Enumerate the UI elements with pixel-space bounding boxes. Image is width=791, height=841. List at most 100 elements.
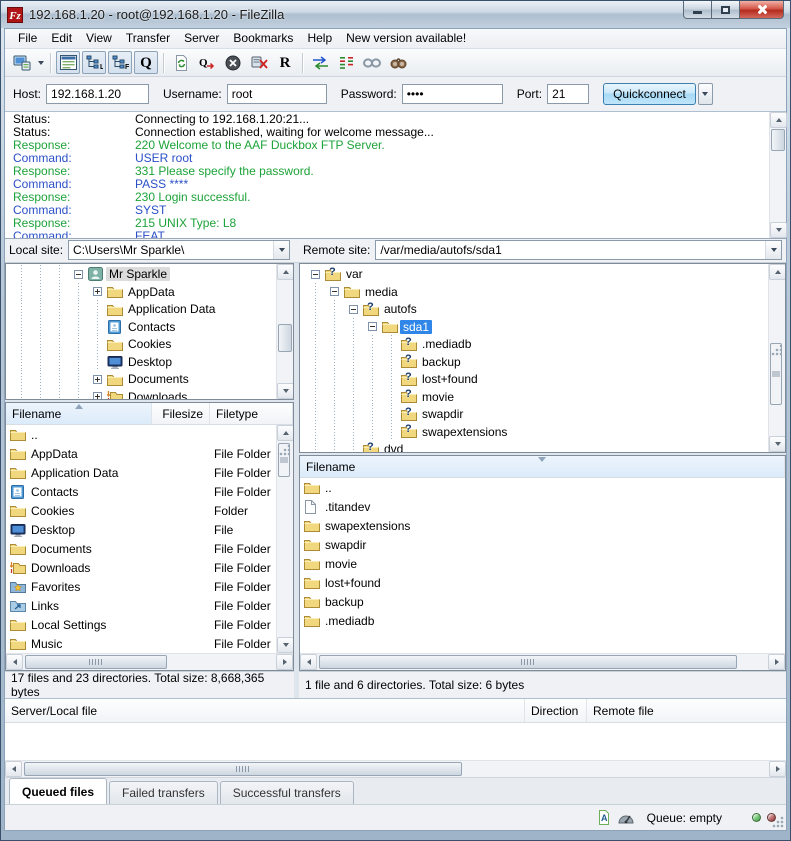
- tree-item-autofs[interactable]: ?autofs: [300, 300, 768, 318]
- menu-file[interactable]: File: [11, 29, 44, 47]
- tree-item-swapextensions[interactable]: ?swapextensions: [300, 423, 768, 441]
- local-column-filesize[interactable]: Filesize: [152, 403, 210, 424]
- file-row-cookies[interactable]: CookiesFolder: [6, 501, 276, 520]
- file-row-favorites[interactable]: FavoritesFile Folder: [6, 577, 276, 596]
- queue-column-direction[interactable]: Direction: [525, 699, 587, 722]
- file-row-links[interactable]: LinksFile Folder: [6, 596, 276, 615]
- local-list-hscrollbar[interactable]: [6, 653, 293, 670]
- expander-minus-icon[interactable]: [306, 265, 325, 283]
- local-site-combo[interactable]: C:\Users\Mr Sparkle\: [68, 240, 290, 260]
- tree-item-media[interactable]: media: [300, 283, 768, 301]
- scrollbar-thumb[interactable]: [24, 762, 462, 776]
- scroll-right-button[interactable]: [768, 654, 785, 670]
- close-button[interactable]: [739, 1, 784, 19]
- tree-item-application-data[interactable]: Application Data: [6, 300, 276, 318]
- file-row-swapextensions[interactable]: swapextensions: [300, 516, 785, 535]
- remote-tree-scrollbar[interactable]: [768, 264, 785, 452]
- tab-failed-transfers[interactable]: Failed transfers: [109, 781, 218, 804]
- local-column-filename[interactable]: Filename: [6, 403, 152, 424]
- file-row-downloads[interactable]: DownloadsFile Folder: [6, 558, 276, 577]
- file-row-movie[interactable]: movie: [300, 554, 785, 573]
- scroll-left-button[interactable]: [6, 654, 23, 670]
- local-list-scrollbar[interactable]: [276, 425, 293, 653]
- username-input[interactable]: [227, 84, 327, 104]
- scroll-down-button[interactable]: [277, 637, 293, 653]
- scrollbar-thumb[interactable]: [25, 655, 167, 669]
- tab-successful-transfers[interactable]: Successful transfers: [220, 781, 354, 804]
- file-row-application-data[interactable]: Application DataFile Folder: [6, 463, 276, 482]
- expander-plus-icon[interactable]: [88, 370, 107, 388]
- tree-item-cookies[interactable]: Cookies: [6, 335, 276, 353]
- file-row-up[interactable]: ..: [6, 425, 276, 444]
- tree-item-var[interactable]: ?var: [300, 265, 768, 283]
- tree-item-mr-sparkle[interactable]: Mr Sparkle: [6, 265, 276, 283]
- expander-minus-icon[interactable]: [325, 283, 344, 301]
- log-scrollbar[interactable]: [769, 112, 786, 238]
- scroll-down-button[interactable]: [769, 436, 786, 452]
- remote-site-combo[interactable]: /var/media/autofs/sda1: [375, 240, 782, 260]
- find-files-button[interactable]: [386, 51, 410, 74]
- file-row-appdata[interactable]: AppDataFile Folder: [6, 444, 276, 463]
- scroll-up-button[interactable]: [277, 425, 293, 441]
- scroll-left-button[interactable]: [300, 654, 317, 670]
- scrollbar-thumb[interactable]: [278, 324, 292, 352]
- tree-item-downloads[interactable]: Downloads: [6, 388, 276, 400]
- menu-bookmarks[interactable]: Bookmarks: [226, 29, 300, 47]
- scrollbar-thumb[interactable]: [278, 443, 290, 477]
- local-tree-scrollbar[interactable]: [276, 264, 293, 399]
- quickconnect-dropdown-button[interactable]: [698, 83, 713, 105]
- scrollbar-thumb[interactable]: [770, 343, 782, 405]
- menu-help[interactable]: Help: [300, 29, 339, 47]
- expander-plus-icon[interactable]: [88, 283, 107, 301]
- expander-minus-icon[interactable]: [344, 300, 363, 318]
- scroll-right-button[interactable]: [276, 654, 293, 670]
- expander-minus-icon[interactable]: [363, 318, 382, 336]
- tree-item-contacts[interactable]: Contacts: [6, 318, 276, 336]
- title-bar[interactable]: Fz 192.168.1.20 - root@192.168.1.20 - Fi…: [1, 1, 790, 28]
- password-input[interactable]: [402, 84, 503, 104]
- toggle-local-tree-button[interactable]: L: [82, 51, 106, 74]
- transfer-type-icon[interactable]: A: [595, 810, 613, 826]
- chevron-down-icon[interactable]: [273, 241, 289, 259]
- site-manager-dropdown-button[interactable]: [35, 51, 46, 74]
- scrollbar-thumb[interactable]: [319, 655, 737, 669]
- chevron-down-icon[interactable]: [765, 241, 781, 259]
- file-row-local-settings[interactable]: Local SettingsFile Folder: [6, 615, 276, 634]
- scrollbar-thumb[interactable]: [771, 129, 785, 151]
- speed-limits-icon[interactable]: [617, 810, 635, 826]
- tree-item-sda1[interactable]: sda1: [300, 318, 768, 336]
- resize-grip[interactable]: [772, 816, 784, 828]
- compare-directories-button[interactable]: [334, 51, 358, 74]
- local-column-filetype[interactable]: Filetype: [210, 403, 293, 424]
- refresh-button[interactable]: [169, 51, 193, 74]
- tree-item-documents[interactable]: Documents: [6, 370, 276, 388]
- scroll-down-button[interactable]: [770, 222, 787, 238]
- sync-browsing-button[interactable]: [360, 51, 384, 74]
- tab-queued-files[interactable]: Queued files: [9, 778, 107, 804]
- file-row-lost-found[interactable]: lost+found: [300, 573, 785, 592]
- transfer-arrows-button[interactable]: [308, 51, 332, 74]
- remote-column-filename[interactable]: Filename: [300, 456, 785, 477]
- file-row-swapdir[interactable]: swapdir: [300, 535, 785, 554]
- tree-item-mediadb[interactable]: ?.mediadb: [300, 335, 768, 353]
- menu-transfer[interactable]: Transfer: [119, 29, 177, 47]
- minimize-button[interactable]: [683, 1, 712, 19]
- disconnect-button[interactable]: [247, 51, 271, 74]
- menu-edit[interactable]: Edit: [44, 29, 79, 47]
- queue-column-remote-file[interactable]: Remote file: [587, 699, 786, 722]
- queue-column-server-local-file[interactable]: Server/Local file: [5, 699, 525, 722]
- tree-item-appdata[interactable]: AppData: [6, 283, 276, 301]
- file-row-mediadb[interactable]: .mediadb: [300, 611, 785, 630]
- menu-server[interactable]: Server: [177, 29, 226, 47]
- toggle-remote-tree-button[interactable]: F: [108, 51, 132, 74]
- toggle-queue-button[interactable]: Q: [134, 51, 158, 74]
- file-row-desktop[interactable]: DesktopFile: [6, 520, 276, 539]
- process-queue-button[interactable]: Q: [195, 51, 219, 74]
- queue-hscrollbar[interactable]: [5, 760, 786, 777]
- tree-item-desktop[interactable]: Desktop: [6, 353, 276, 371]
- tree-item-lost-found[interactable]: ?lost+found: [300, 370, 768, 388]
- expander-plus-icon[interactable]: [88, 388, 107, 400]
- tree-item-movie[interactable]: ?movie: [300, 388, 768, 406]
- scroll-up-button[interactable]: [769, 264, 786, 280]
- scroll-right-button[interactable]: [769, 761, 786, 777]
